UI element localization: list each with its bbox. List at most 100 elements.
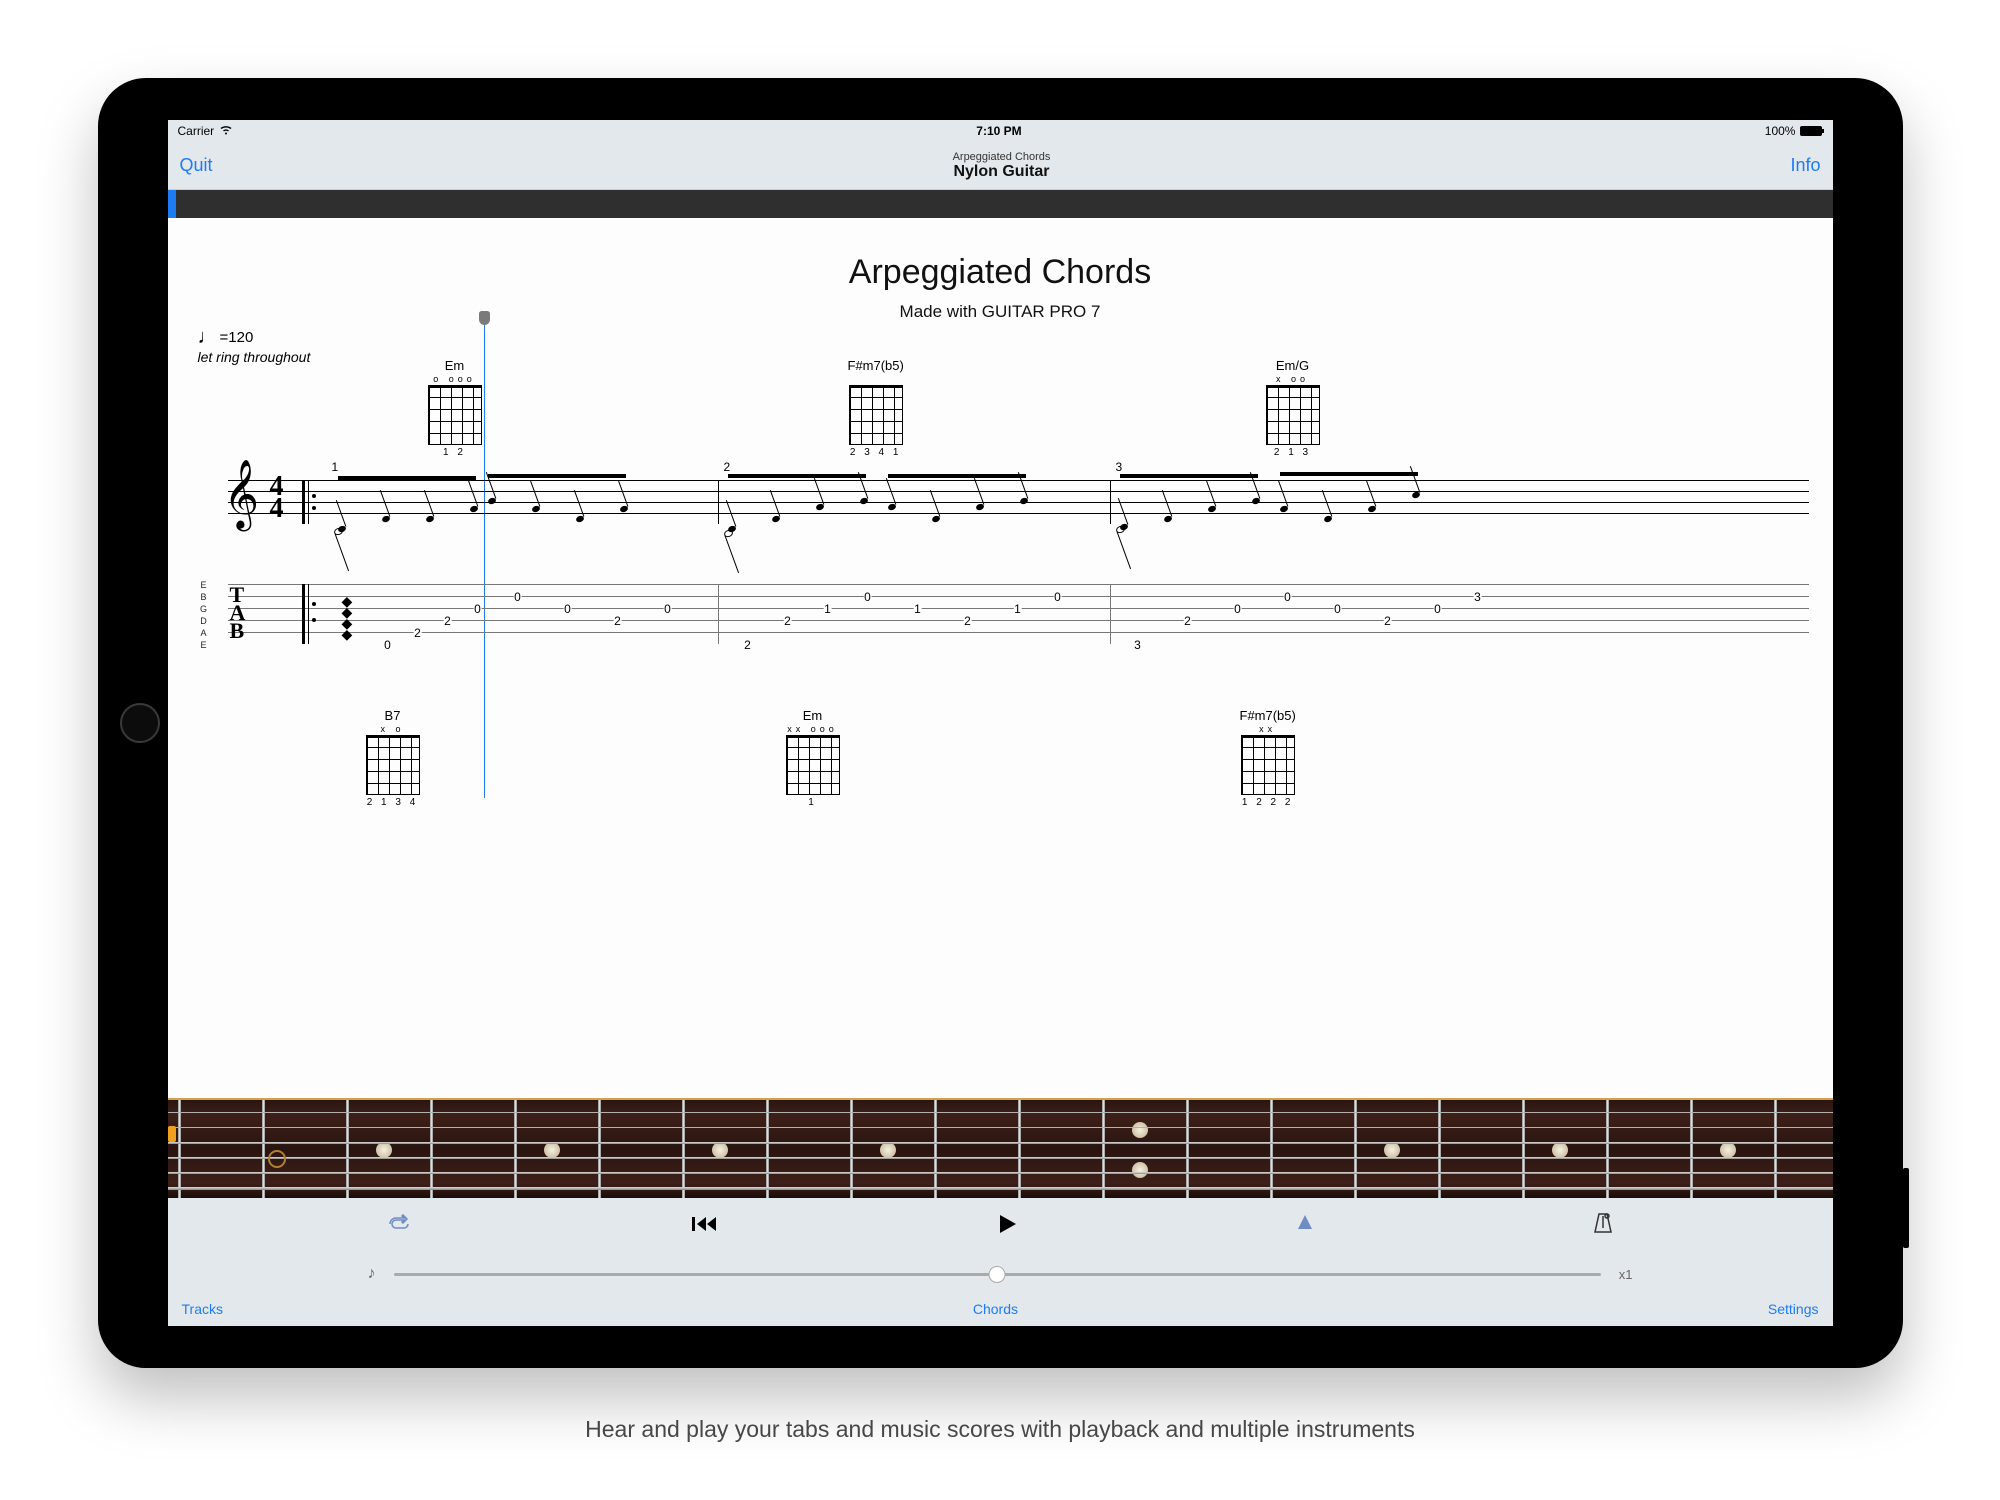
fret-wire (430, 1100, 433, 1198)
playback-toolbar (168, 1198, 1833, 1256)
chord-name: F#m7(b5) (1240, 708, 1296, 723)
fret-marker-dot (1132, 1122, 1148, 1138)
play-button[interactable] (995, 1212, 1019, 1243)
chord-grid (786, 735, 840, 795)
battery-icon (1800, 126, 1822, 136)
tab-fret-number: 3 (1133, 638, 1142, 652)
fret-marker-dot (376, 1142, 392, 1158)
quit-button[interactable]: Quit (180, 155, 213, 176)
score-area[interactable]: Arpeggiated Chords Made with GUITAR PRO … (168, 218, 1833, 1098)
info-button[interactable]: Info (1790, 155, 1820, 176)
tab-fret-number: 0 (513, 590, 522, 604)
fret-wire (1438, 1100, 1441, 1198)
chord-open-muted: o ooo (433, 374, 476, 384)
rewind-button[interactable] (690, 1213, 718, 1241)
playhead-cursor[interactable] (484, 313, 485, 798)
string-labels: E B G D A E (198, 579, 210, 651)
treble-clef-icon: 𝄞 (224, 464, 259, 524)
playhead-marker-button[interactable] (1296, 1213, 1314, 1242)
chord-name: F#m7(b5) (848, 358, 904, 373)
fret-wire (1186, 1100, 1189, 1198)
fret-wire (1018, 1100, 1021, 1198)
barline (1110, 480, 1111, 524)
tab-fret-number: 1 (823, 602, 832, 616)
fret-wire (934, 1100, 937, 1198)
barline (718, 480, 719, 524)
fret-wire (514, 1100, 517, 1198)
tab-fret-number: 0 (1233, 602, 1242, 616)
speed-slider[interactable] (394, 1273, 1601, 1276)
tab-fret-number: 0 (1053, 590, 1062, 604)
chord-fingering: 2 1 3 (1274, 447, 1311, 458)
beam (488, 474, 626, 478)
tab-fret-number: 0 (473, 602, 482, 616)
tab-fret-number: 2 (743, 638, 752, 652)
nav-subtitle: Arpeggiated Chords (953, 151, 1051, 163)
tab-fret-number: 0 (1433, 602, 1442, 616)
fret-wire (850, 1100, 853, 1198)
tablature-staff: E B G D A E TAB ◆◆◆◆ 0220002022101210320… (198, 584, 1809, 656)
tab-fret-number: 2 (1383, 614, 1392, 628)
nav-bar: Quit Arpeggiated Chords Nylon Guitar Inf… (168, 142, 1833, 190)
power-button (1903, 1168, 1909, 1248)
song-progress[interactable] (168, 190, 1833, 218)
tab-fret-number: 3 (1473, 590, 1482, 604)
tab-clef: TAB (230, 586, 244, 640)
speed-slider-thumb[interactable] (989, 1266, 1006, 1283)
loop-button[interactable] (386, 1213, 412, 1241)
chord-grid (1266, 385, 1320, 445)
beam (338, 476, 476, 480)
home-button[interactable] (120, 703, 160, 743)
tempo-block: ♩=120 let ring throughout (198, 326, 311, 365)
chord-name: Em/G (1276, 358, 1309, 373)
tab-fret-number: 0 (1333, 602, 1342, 616)
fretboard-view[interactable] (168, 1098, 1833, 1198)
score-title: Arpeggiated Chords (168, 253, 1833, 292)
guitar-string (168, 1142, 1833, 1144)
status-bar: Carrier 7:10 PM 100% (168, 120, 1833, 142)
chord-grid (849, 385, 903, 445)
screen: Carrier 7:10 PM 100% Quit Arpeggiated Ch… (168, 120, 1833, 1326)
fret-marker-dot (1132, 1162, 1148, 1178)
tab-fret-number: 2 (963, 614, 972, 628)
chord-grid (428, 385, 482, 445)
chords-button[interactable]: Chords (973, 1301, 1018, 1317)
tab-fret-number: 2 (413, 626, 422, 640)
fret-marker-dot (544, 1142, 560, 1158)
chord-diagram: Emxx ooo1 (786, 708, 840, 808)
battery-label: 100% (1765, 124, 1796, 138)
metronome-button[interactable] (1592, 1212, 1614, 1243)
nav-title-block: Arpeggiated Chords Nylon Guitar (953, 151, 1051, 181)
tab-fret-number: 0 (663, 602, 672, 616)
fret-wire (1522, 1100, 1525, 1198)
tab-fret-number: 2 (613, 614, 622, 628)
open-string-marker (168, 1126, 176, 1142)
chord-grid (1241, 735, 1295, 795)
tab-fret-number: 0 (563, 602, 572, 616)
chord-open-muted: xx ooo (787, 724, 838, 734)
guitar-string (168, 1187, 1833, 1190)
chord-diagram: F#m7(b5)2 3 4 1 (848, 358, 904, 458)
fret-marker-dot (880, 1142, 896, 1158)
quarter-note-icon: ♩ (198, 326, 218, 349)
fret-wire (262, 1100, 265, 1198)
tab-barline (1110, 584, 1111, 644)
chord-diagram: Em/Gx oo2 1 3 (1266, 358, 1320, 458)
fret-wire (1102, 1100, 1105, 1198)
fret-wire (598, 1100, 601, 1198)
measure-number: 1 (332, 460, 339, 474)
performance-direction: let ring throughout (198, 349, 311, 365)
fret-marker-dot (1720, 1142, 1736, 1158)
chord-name: B7 (385, 708, 401, 723)
wifi-icon (219, 124, 233, 138)
tab-fret-number: 2 (1183, 614, 1192, 628)
clock-label: 7:10 PM (976, 124, 1021, 138)
measure-number: 2 (724, 460, 731, 474)
chord-diagram: F#m7(b5)xx1 2 2 2 (1240, 708, 1296, 808)
carrier-label: Carrier (178, 124, 215, 138)
tablet-frame: Carrier 7:10 PM 100% Quit Arpeggiated Ch… (98, 78, 1903, 1368)
tab-fret-number: 2 (443, 614, 452, 628)
tab-repeat-start (302, 584, 312, 644)
tracks-button[interactable]: Tracks (182, 1301, 223, 1317)
settings-button[interactable]: Settings (1768, 1301, 1819, 1317)
